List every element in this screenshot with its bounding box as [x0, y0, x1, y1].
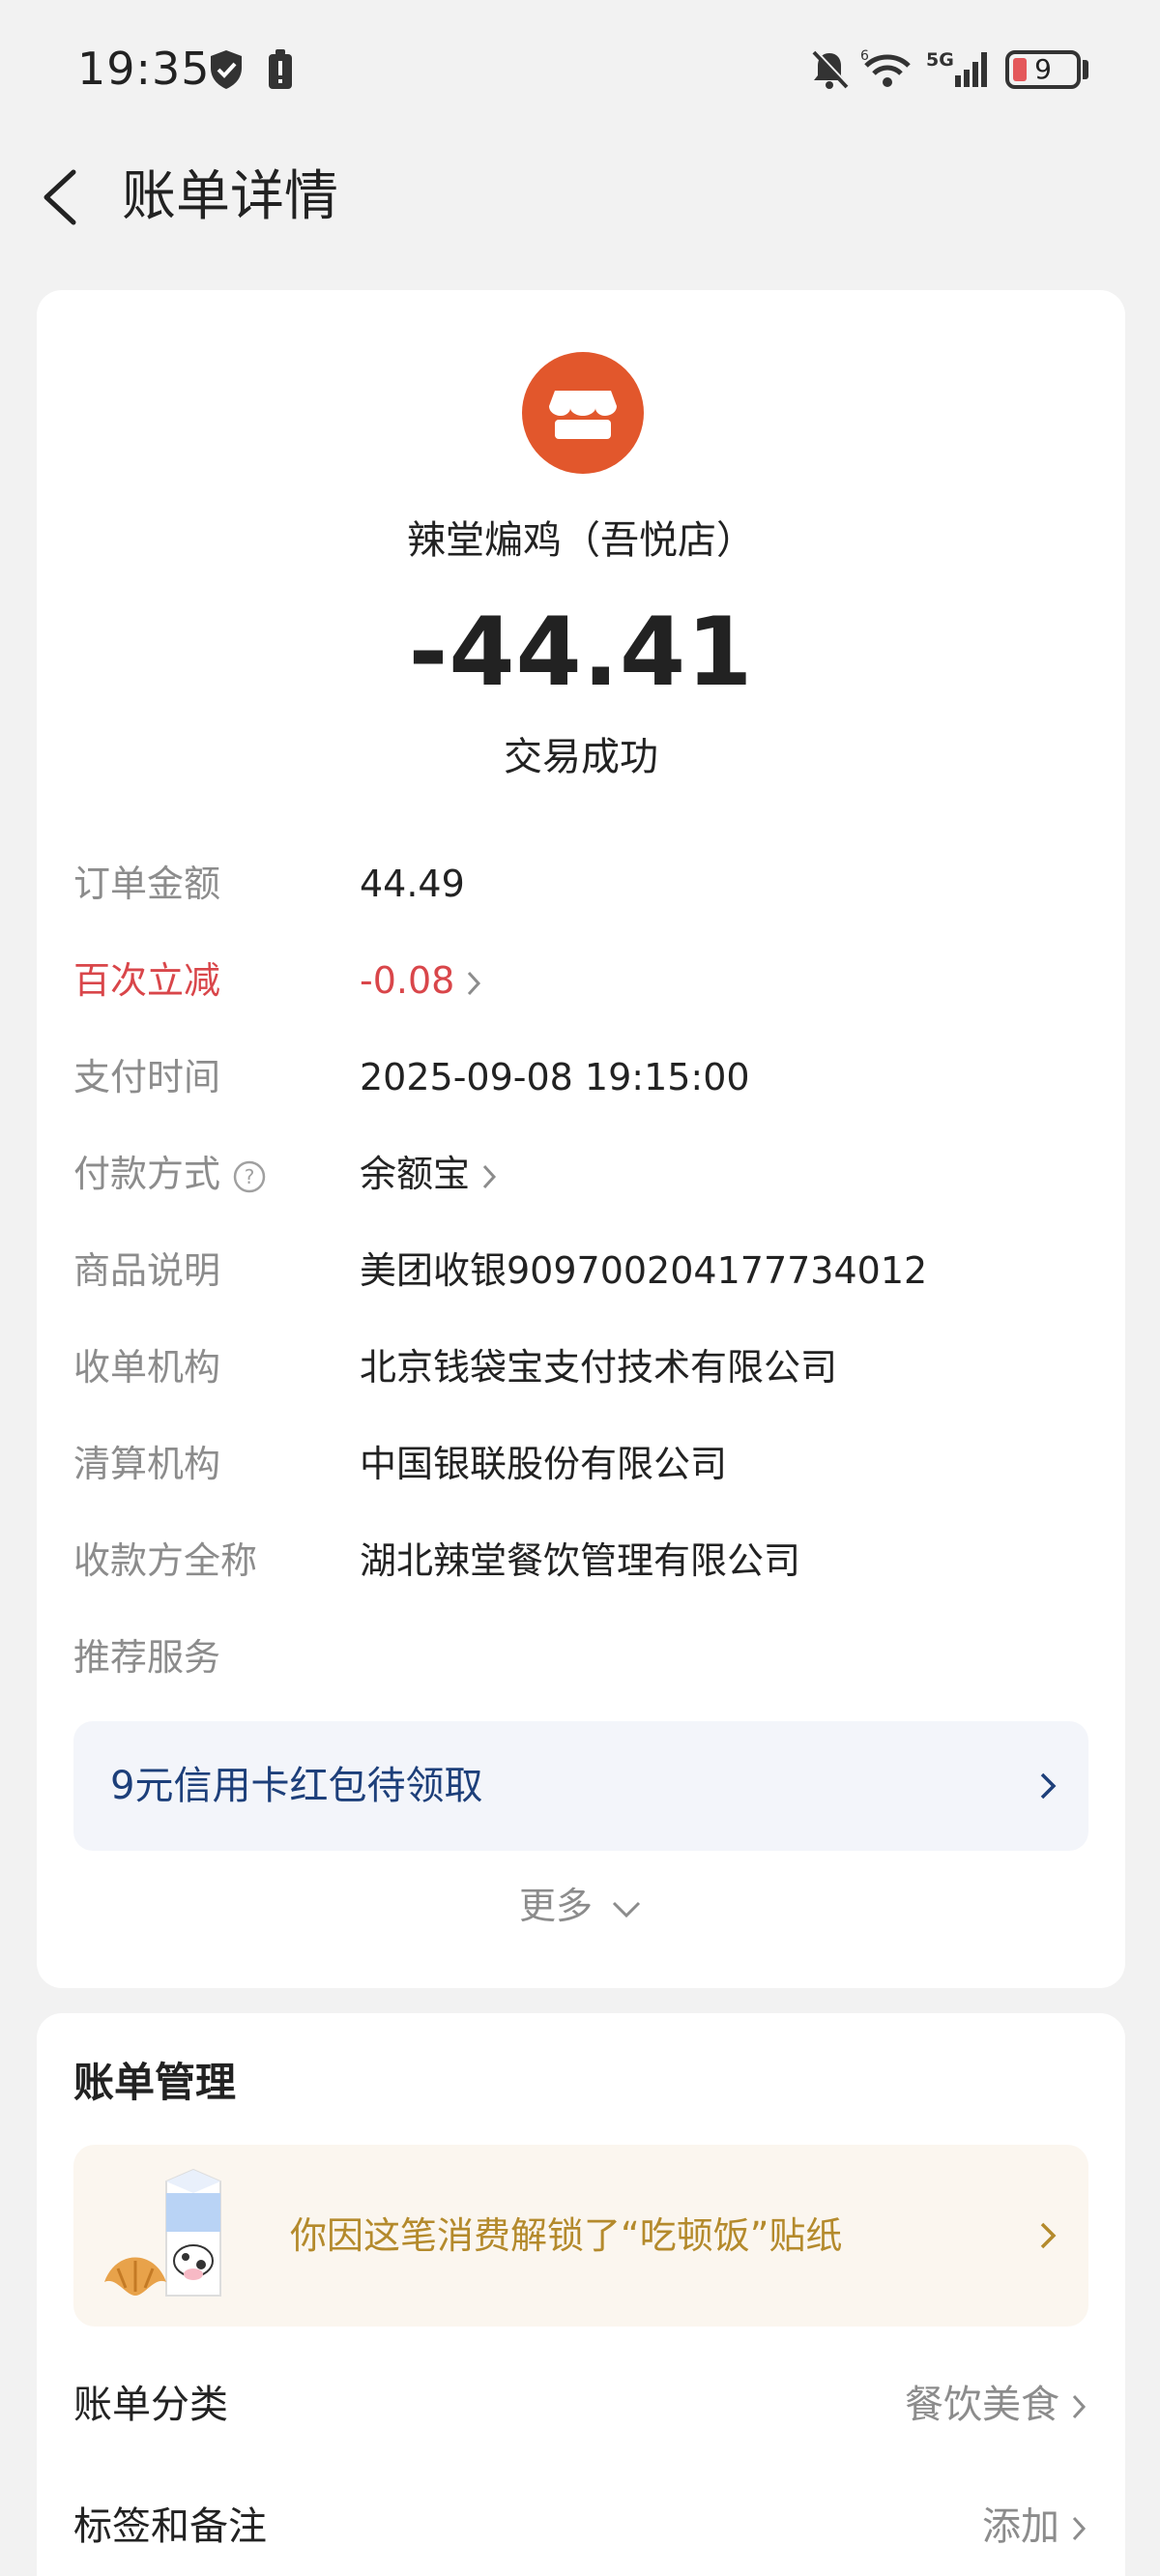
transaction-amount: -44.41: [408, 598, 754, 708]
detail-row-pay-method[interactable]: 付款方式? 余额宝: [73, 1145, 1088, 1203]
help-icon[interactable]: ?: [232, 1159, 267, 1194]
detail-label: 收单机构: [73, 1346, 221, 1389]
detail-value: 余额宝: [360, 1153, 471, 1195]
detail-label: 商品说明: [73, 1249, 221, 1292]
signal-icon: 5G: [926, 49, 987, 87]
discount-value-wrap: -0.08: [360, 951, 483, 1010]
sticker-icon: [104, 2168, 221, 2297]
detail-label: 收款方全称: [73, 1539, 258, 1582]
chevron-right-icon: [1040, 1772, 1057, 1800]
network-label: 5G: [926, 49, 954, 71]
detail-row-payee: 收款方全称 湖北辣堂餐饮管理有限公司: [73, 1532, 1088, 1590]
battery-tip: [1083, 60, 1088, 79]
tags-notes-row[interactable]: 标签和备注 添加: [73, 2493, 1088, 2561]
detail-row-product-desc: 商品说明 美团收银909700204177734012: [73, 1242, 1088, 1300]
shield-icon: [211, 50, 242, 89]
detail-row-clearing: 清算机构 中国银联股份有限公司: [73, 1435, 1088, 1493]
detail-row-recommended: 推荐服务: [73, 1628, 1088, 1686]
detail-value: 中国银联股份有限公司: [360, 1443, 728, 1485]
bell-off-icon: [812, 49, 850, 89]
page-title: 账单详情: [122, 165, 338, 228]
store-icon: [522, 352, 644, 474]
transaction-status: 交易成功: [504, 735, 658, 779]
detail-label: 百次立减: [73, 959, 221, 1002]
battery-alert-icon: [269, 49, 292, 89]
bill-manage-card: 账单管理 你因这笔消费解锁了“吃顿饭”贴纸 账单分类 餐饮美食 标签和备注 添加: [37, 2013, 1125, 2576]
chevron-right-icon: [1072, 2516, 1087, 2541]
detail-row-pay-time: 支付时间 2025-09-08 19:15:00: [73, 1048, 1088, 1106]
tags-notes-value-wrap: 添加: [982, 2493, 1088, 2561]
tags-notes-value: 添加: [982, 2504, 1059, 2549]
detail-value: 湖北辣堂餐饮管理有限公司: [360, 1539, 801, 1582]
detail-row-order-amount: 订单金额 44.49: [73, 855, 1088, 913]
more-label: 更多: [518, 1885, 593, 1927]
detail-value: -0.08: [360, 959, 455, 1002]
merchant-name: 辣堂煸鸡（吾悦店）: [407, 518, 755, 563]
sticker-text: 你因这笔消费解锁了“吃顿饭”贴纸: [290, 2214, 843, 2257]
detail-label: 推荐服务: [73, 1636, 221, 1679]
chevron-right-icon: [468, 971, 481, 995]
battery-level: 9: [1034, 53, 1052, 85]
chevron-right-icon: [1072, 2394, 1087, 2419]
status-bar: 19:35 6 5G 9: [0, 0, 1160, 145]
bill-category-row[interactable]: 账单分类 餐饮美食: [73, 2371, 1088, 2439]
sticker-banner[interactable]: 你因这笔消费解锁了“吃顿饭”贴纸: [73, 2145, 1088, 2327]
detail-label: 付款方式: [73, 1153, 221, 1195]
detail-row-discount[interactable]: 百次立减 -0.08: [73, 951, 1088, 1010]
detail-value: 美团收银909700204177734012: [360, 1249, 928, 1292]
back-arrow-icon[interactable]: [35, 161, 89, 234]
chevron-right-icon: [482, 1164, 497, 1188]
battery-icon: 9: [1005, 50, 1081, 89]
status-time: 19:35: [77, 43, 211, 95]
detail-row-acquirer: 收单机构 北京钱袋宝支付技术有限公司: [73, 1338, 1088, 1396]
more-toggle[interactable]: 更多: [37, 1876, 1125, 1929]
detail-label: 支付时间: [73, 1056, 221, 1098]
bill-category-label: 账单分类: [73, 2383, 228, 2427]
bill-category-value-wrap: 餐饮美食: [905, 2371, 1088, 2439]
chevron-down-icon: [612, 1901, 641, 1917]
section-title: 账单管理: [73, 2059, 237, 2106]
promo-text: 9元信用卡红包待领取: [110, 1764, 483, 1808]
chevron-right-icon: [1040, 2222, 1057, 2249]
pay-method-value-wrap: 余额宝: [360, 1145, 499, 1203]
svg-text:?: ?: [245, 1165, 255, 1188]
detail-value: 44.49: [360, 863, 465, 905]
pay-method-label-wrap: 付款方式?: [73, 1145, 267, 1203]
detail-label: 订单金额: [73, 863, 221, 905]
bill-category-value: 餐饮美食: [905, 2383, 1059, 2427]
bill-detail-card: 辣堂煸鸡（吾悦店） -44.41 交易成功 订单金额 44.49 百次立减 -0…: [37, 290, 1125, 1988]
detail-value: 2025-09-08 19:15:00: [360, 1056, 750, 1098]
credit-card-promo[interactable]: 9元信用卡红包待领取: [73, 1721, 1088, 1851]
wifi-icon: 6: [860, 48, 911, 87]
tags-notes-label: 标签和备注: [73, 2504, 267, 2549]
detail-value: 北京钱袋宝支付技术有限公司: [360, 1346, 838, 1389]
detail-label: 清算机构: [73, 1443, 221, 1485]
